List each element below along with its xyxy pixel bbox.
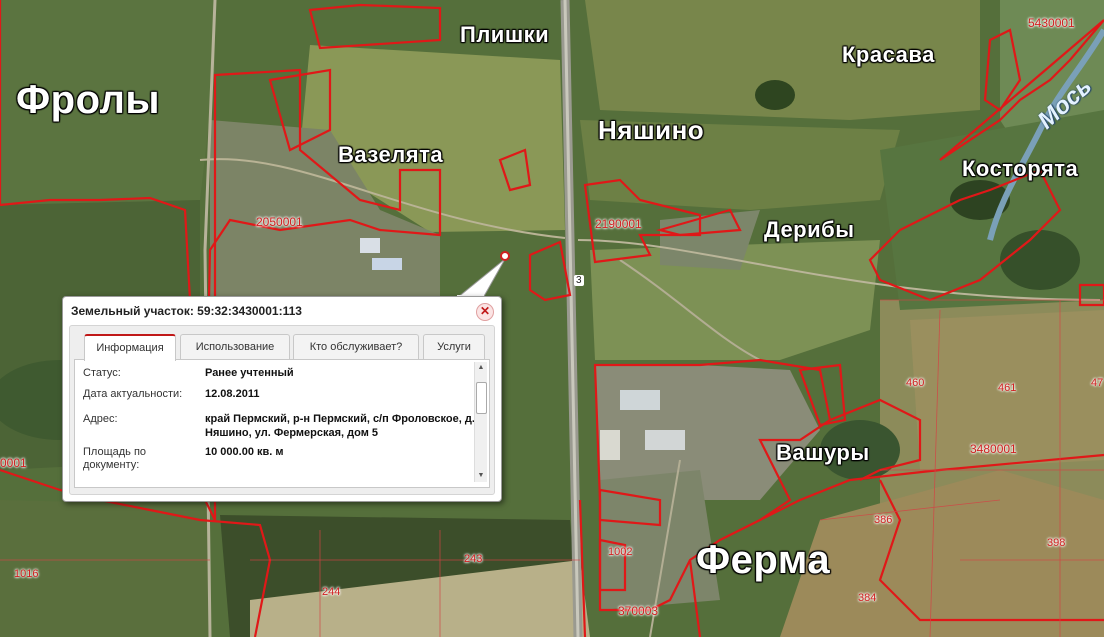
cadastral-label: 2050001	[256, 215, 303, 229]
tab-service[interactable]: Кто обслуживает?	[293, 334, 419, 359]
tab-info[interactable]: Информация	[84, 334, 176, 361]
forest-patch	[755, 80, 795, 110]
cadastral-label: 3480001	[970, 442, 1017, 456]
place-label-vazelyata: Вазелята	[338, 142, 444, 167]
field-value-address: край Пермский, р-н Пермский, с/п Фроловс…	[205, 413, 475, 439]
panel-scrollbar[interactable]: ▲ ▼	[474, 362, 487, 482]
scroll-thumb[interactable]	[476, 382, 487, 414]
scroll-up-icon[interactable]: ▲	[476, 363, 486, 373]
popup-pointer	[455, 258, 506, 300]
building	[620, 390, 660, 410]
popup-title: Земельный участок: 59:32:3430001:113	[71, 304, 302, 318]
field-value-date: 12.08.2011	[205, 388, 260, 400]
place-label-vashury: Вашуры	[776, 440, 870, 465]
cadastral-label: 398	[1047, 537, 1066, 549]
cadastral-label: 1002	[608, 546, 633, 558]
road-number-badge: 3	[574, 275, 584, 286]
place-label-plishki: Плишки	[460, 22, 550, 47]
scroll-down-icon[interactable]: ▼	[476, 471, 486, 481]
building	[360, 238, 380, 253]
cadastral-label: 47	[1091, 377, 1104, 389]
field-label-status: Статус:	[83, 367, 121, 379]
cadastral-label: 244	[322, 586, 341, 598]
cadastral-label: 386	[874, 514, 893, 526]
forest-patch	[1000, 230, 1080, 290]
cadastral-label: 384	[858, 592, 877, 604]
place-label-ferma: Ферма	[696, 538, 831, 582]
field-label-address: Адрес:	[83, 413, 118, 425]
cadastral-label: 370003	[618, 604, 659, 618]
cadastral-label: 0001	[0, 456, 27, 470]
place-label-deriby: Дерибы	[764, 217, 855, 242]
place-label-krasava: Красава	[842, 42, 935, 67]
place-label-nyashino: Няшино	[598, 115, 705, 145]
parcel-marker-icon[interactable]	[500, 251, 510, 261]
field-label-date: Дата актуальности:	[83, 388, 183, 400]
cadastral-label: 1016	[14, 568, 39, 580]
parcel-info-popup: Земельный участок: 59:32:3430001:113 ✕ И…	[62, 296, 502, 502]
building	[372, 258, 402, 270]
cadastral-label: 461	[998, 382, 1017, 394]
popup-body: Информация Использование Кто обслуживает…	[69, 325, 495, 495]
field-value-area: 10 000.00 кв. м	[205, 446, 284, 458]
cadastral-label: 2190001	[595, 217, 642, 231]
field-label-area: Площадь по документу:	[83, 446, 147, 471]
cadastral-label: 5430001	[1028, 16, 1075, 30]
building	[600, 430, 620, 460]
tab-panel-info[interactable]: Статус: Ранее учтенный Дата актуальности…	[74, 359, 490, 488]
place-label-frolovy: Фролы	[16, 78, 161, 122]
place-label-kostoryata: Косторята	[962, 156, 1079, 181]
close-icon[interactable]: ✕	[476, 303, 494, 321]
tab-usage[interactable]: Использование	[180, 334, 290, 359]
building	[645, 430, 685, 450]
field-value-status: Ранее учтенный	[205, 367, 294, 379]
tab-services[interactable]: Услуги	[423, 334, 485, 359]
cadastral-label: 243	[464, 553, 483, 565]
cadastral-label: 460	[906, 377, 925, 389]
